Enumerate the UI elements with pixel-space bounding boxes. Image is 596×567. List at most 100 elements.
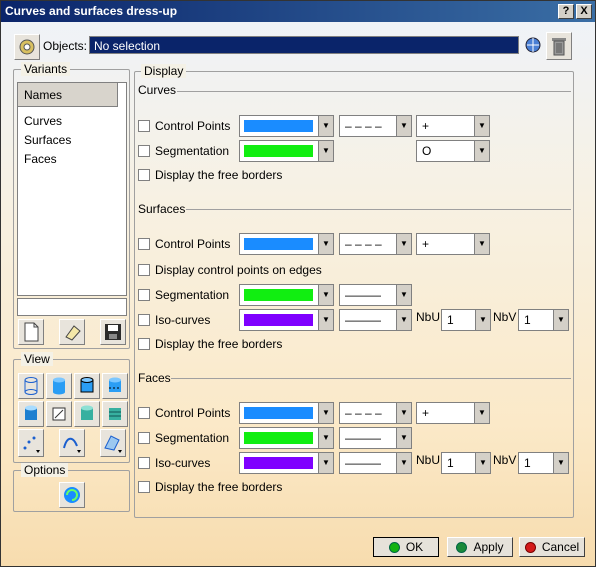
view-dotted-button[interactable] [74,401,100,427]
faces-control-points-linetype[interactable]: – – – – ▼ [339,402,412,424]
cylinder-material-icon [25,405,37,420]
view-wireframe-button[interactable] [18,373,44,399]
faces-segmentation-color[interactable]: ▼ [239,427,334,449]
view-shading-edges-button[interactable] [74,373,100,399]
objects-label: Objects: [43,39,88,53]
save-variant-button[interactable] [100,319,126,345]
surfaces-iso-curves-row: Iso-curves [138,312,210,328]
view-patterned-button[interactable] [102,401,128,427]
curves-control-points-linetype[interactable]: – – – – ▼ [339,115,412,137]
color-swatch [244,457,313,469]
cancel-button[interactable]: Cancel [519,537,585,557]
new-document-icon [24,322,39,342]
faces-iso-curves-color[interactable]: ▼ [239,452,334,474]
curves-segmentation-color[interactable]: ▼ [239,140,334,162]
curves-segmentation-symbol[interactable]: O ▼ [416,140,490,162]
faces-nbu-select[interactable]: 1 ▼ [441,452,491,474]
curves-control-points-row: Control Points [138,118,230,134]
surfaces-segmentation-checkbox[interactable] [138,289,150,301]
color-swatch [244,145,313,157]
erase-variant-button[interactable] [59,319,85,345]
ok-button[interactable]: OK [373,537,439,557]
surfaces-on-edges-checkbox[interactable] [138,264,150,276]
faces-control-points-checkbox[interactable] [138,407,150,419]
faces-iso-curves-checkbox[interactable] [138,457,150,469]
variant-name-input[interactable] [17,298,127,316]
surfaces-control-points-checkbox[interactable] [138,238,150,250]
view-material-button[interactable] [18,401,44,427]
surfaces-iso-curves-linetype[interactable]: ——— ▼ [339,309,412,331]
view-points-button[interactable] [18,429,44,457]
dropdown-arrow-icon: ▼ [396,116,411,136]
options-button[interactable] [59,482,85,508]
faces-iso-curves-linetype[interactable]: ——— ▼ [339,452,412,474]
surfaces-control-points-label: Control Points [155,237,231,251]
variant-item-faces[interactable]: Faces [18,150,126,169]
surfaces-free-borders-checkbox[interactable] [138,338,150,350]
surfaces-iso-curves-color[interactable]: ▼ [239,309,334,331]
surfaces-segmentation-color[interactable]: ▼ [239,284,334,306]
names-column-header[interactable]: Names [18,83,118,107]
faces-control-points-label: Control Points [155,406,231,420]
dropdown-arrow-icon: ▼ [318,428,333,448]
surfaces-free-borders-row: Display the free borders [138,336,282,352]
view-curves-button[interactable] [59,429,85,457]
dropdown-arrow-icon: ▼ [318,403,333,423]
trash-icon [552,38,566,56]
surfaces-segmentation-row: Segmentation [138,287,229,303]
faces-segmentation-linetype[interactable]: ——— ▼ [339,427,412,449]
view-hidden-edges-button[interactable] [102,373,128,399]
surfaces-control-points-color[interactable]: ▼ [239,233,334,255]
trash-button[interactable] [546,32,572,60]
objects-selector-button[interactable] [14,34,40,60]
faces-control-points-symbol[interactable]: + ▼ [416,402,490,424]
variants-title: Variants [21,62,71,76]
surfaces-control-points-symbol[interactable]: + ▼ [416,233,490,255]
close-button[interactable]: X [576,4,592,19]
faces-separator [171,378,571,379]
curves-segmentation-checkbox[interactable] [138,145,150,157]
surfaces-nbv-select[interactable]: 1 ▼ [518,309,569,331]
surfaces-segmentation-label: Segmentation [155,288,230,302]
curves-control-points-symbol[interactable]: + ▼ [416,115,490,137]
gear-icon [19,39,35,55]
curves-control-points-color[interactable]: ▼ [239,115,334,137]
points-dropdown-icon [23,436,40,453]
surfaces-nbv-label: NbV [493,310,517,324]
objects-field[interactable]: No selection [89,36,519,54]
options-swirl-icon [64,487,80,503]
dropdown-arrow-icon: ▼ [553,310,568,330]
help-button[interactable]: ? [558,4,574,19]
faces-control-points-color[interactable]: ▼ [239,402,334,424]
surfaces-segmentation-linetype[interactable]: ——— ▼ [339,284,412,306]
curves-separator [177,91,571,92]
dropdown-arrow-icon: ▼ [474,141,489,161]
faces-segmentation-checkbox[interactable] [138,432,150,444]
faces-control-points-row: Control Points [138,405,230,421]
view-shading-button[interactable] [46,373,72,399]
faces-iso-curves-label: Iso-curves [155,456,211,470]
dropdown-arrow-icon: ▼ [396,428,411,448]
faces-nbv-label: NbV [493,453,517,467]
faces-iso-curves-row: Iso-curves [138,455,210,471]
faces-free-borders-row: Display the free borders [138,479,282,495]
surfaces-nbu-select[interactable]: 1 ▼ [441,309,491,331]
faces-free-borders-checkbox[interactable] [138,481,150,493]
view-customize-button[interactable] [46,401,72,427]
curves-control-points-checkbox[interactable] [138,120,150,132]
dropdown-arrow-icon: ▼ [396,453,411,473]
variant-item-curves[interactable]: Curves [18,112,126,131]
select-globe-icon [525,37,541,53]
select-objects-button[interactable] [522,34,544,56]
new-variant-button[interactable] [18,319,44,345]
apply-button[interactable]: Apply [447,537,513,557]
view-surfaces-button[interactable] [100,429,126,457]
surfaces-control-points-linetype[interactable]: – – – – ▼ [339,233,412,255]
variants-list[interactable]: Names Curves Surfaces Faces [17,82,127,296]
variant-item-surfaces[interactable]: Surfaces [18,131,126,150]
dropdown-arrow-icon: ▼ [475,453,490,473]
surfaces-iso-curves-checkbox[interactable] [138,314,150,326]
curves-free-borders-checkbox[interactable] [138,169,150,181]
faces-section-title: Faces [138,371,171,385]
faces-nbv-select[interactable]: 1 ▼ [518,452,569,474]
